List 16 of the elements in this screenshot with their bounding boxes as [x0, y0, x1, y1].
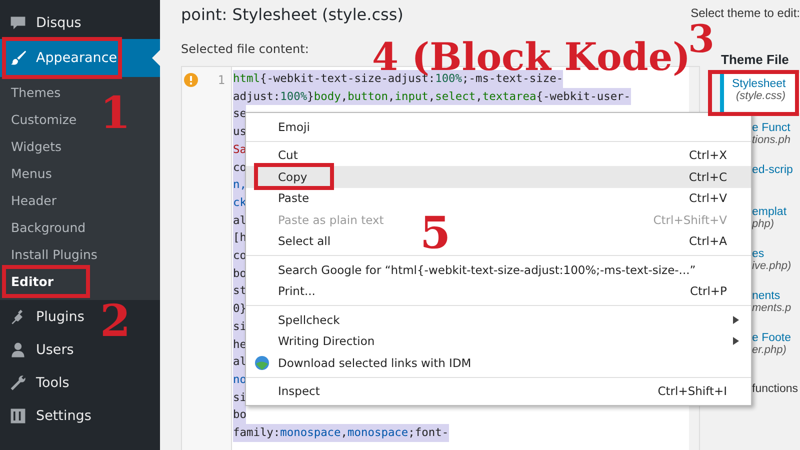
shortcut-label: Ctrl+A [689, 234, 727, 248]
annotation-label: 5 [420, 212, 451, 256]
shortcut-label: Ctrl+Shift+V [653, 212, 727, 227]
shortcut-label: Ctrl+P [690, 284, 727, 298]
field-label: Selected file content: [181, 42, 310, 56]
page-title: point: Stylesheet (style.css) [181, 4, 404, 26]
shortcut-label: Ctrl+C [688, 170, 727, 184]
annotation-label: 2 [100, 300, 131, 344]
annotation-label: 1 [100, 92, 131, 136]
annotation-label: 3 [688, 20, 714, 58]
shortcut-label: Ctrl+X [689, 148, 727, 162]
shortcut-label: Ctrl+Shift+I [658, 384, 727, 398]
line-number: 1 [218, 73, 225, 87]
select-theme-label: Select theme to edit: [690, 5, 800, 20]
section-heading: Theme File [721, 52, 790, 67]
shortcut-label: Ctrl+V [689, 191, 727, 206]
